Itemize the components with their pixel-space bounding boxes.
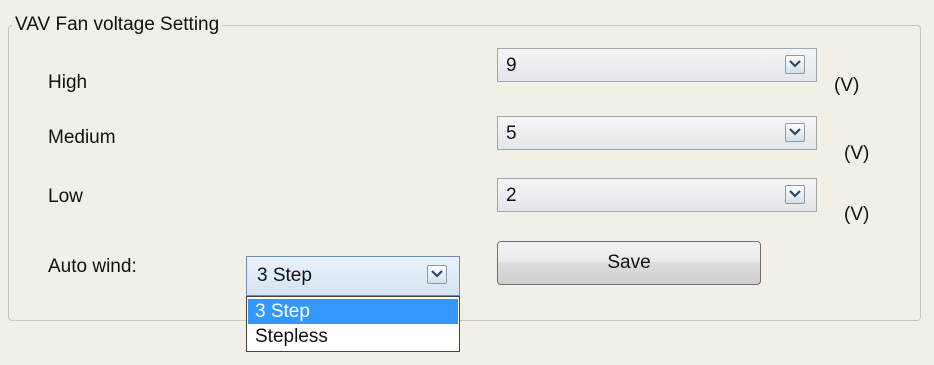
medium-voltage-value: 5 [506, 123, 517, 144]
chevron-down-icon[interactable] [785, 123, 805, 142]
high-label: High [48, 72, 88, 93]
high-unit: (V) [834, 75, 860, 96]
medium-unit: (V) [844, 143, 870, 164]
chevron-down-icon[interactable] [785, 185, 805, 204]
low-label: Low [48, 186, 83, 207]
save-button[interactable]: Save [497, 241, 761, 285]
low-voltage-select[interactable]: 2 [497, 178, 817, 212]
high-voltage-select[interactable]: 9 [497, 48, 817, 82]
option-stepless[interactable]: Stepless [248, 324, 458, 349]
option-3-step[interactable]: 3 Step [248, 299, 458, 324]
group-title: VAV Fan voltage Setting [12, 13, 223, 37]
chevron-down-icon[interactable] [785, 55, 805, 74]
low-unit: (V) [844, 204, 870, 225]
auto-wind-value: 3 Step [257, 265, 312, 286]
high-voltage-value: 9 [506, 55, 517, 76]
auto-wind-dropdown-list: 3 Step Stepless [246, 296, 460, 352]
chevron-down-icon[interactable] [427, 265, 447, 284]
auto-wind-label: Auto wind: [48, 256, 137, 277]
medium-voltage-select[interactable]: 5 [497, 116, 817, 150]
low-voltage-value: 2 [506, 185, 517, 206]
auto-wind-select[interactable]: 3 Step [246, 256, 460, 296]
medium-label: Medium [48, 127, 116, 148]
